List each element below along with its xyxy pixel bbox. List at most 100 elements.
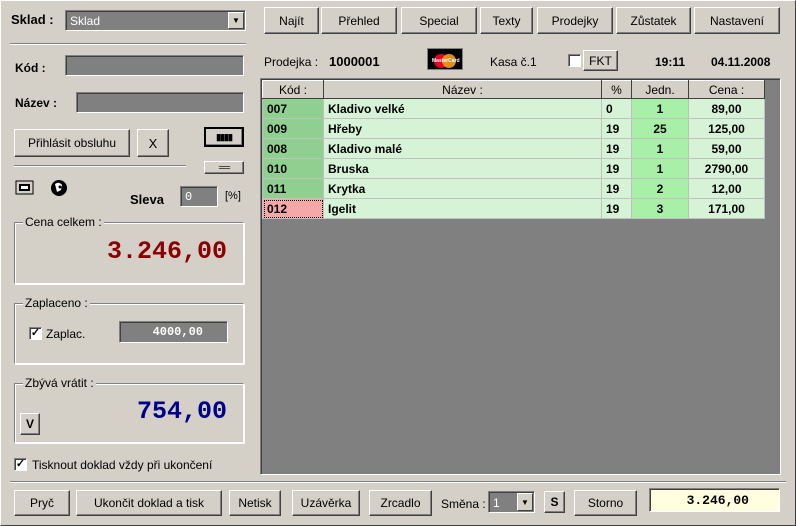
display-icon[interactable]: [15, 180, 35, 196]
cell-nazev[interactable]: Hřeby: [323, 118, 602, 139]
login-button[interactable]: Přihlásit obsluhu: [14, 129, 130, 157]
smena-combo[interactable]: 1 ▼: [488, 491, 535, 513]
prodejka-number: 1000001: [329, 54, 380, 69]
chevron-down-icon[interactable]: ▼: [517, 493, 533, 511]
prodejka-label: Prodejka :: [264, 55, 319, 69]
left-separator-2: [14, 165, 186, 167]
smena-label: Směna :: [441, 497, 486, 511]
sleva-label: Sleva: [130, 192, 164, 207]
cell-kod[interactable]: 007: [262, 98, 324, 119]
cell-jedn[interactable]: 1: [631, 98, 689, 119]
pryc-button[interactable]: Pryč: [14, 490, 70, 516]
column-header-cena[interactable]: Cena :: [688, 80, 765, 99]
cell-cena[interactable]: 125,00: [688, 118, 765, 139]
s-button[interactable]: S: [544, 491, 565, 513]
table-row[interactable]: 009 Hřeby 19 25 125,00: [262, 118, 765, 139]
tisk-checkbox[interactable]: ✓: [14, 458, 27, 471]
vratit-button[interactable]: V: [20, 413, 40, 435]
mastercard-icon: MasterCard: [427, 48, 463, 70]
cena-group: Cena celkem : 3.246,00: [14, 215, 244, 284]
footer-separator: [10, 481, 786, 483]
cell-jedn[interactable]: 3: [631, 198, 689, 219]
cell-pct[interactable]: 19: [601, 138, 632, 159]
zaplac-checkbox[interactable]: ✓: [29, 327, 42, 340]
total-value: 3.246,00: [686, 493, 749, 508]
cell-kod[interactable]: 012: [262, 198, 324, 219]
cell-nazev[interactable]: Igelit: [323, 198, 602, 219]
customer-icon[interactable]: [48, 178, 70, 198]
sklad-combo[interactable]: Sklad ▼: [65, 10, 246, 31]
zrcadlo-button[interactable]: Zrcadlo: [369, 490, 432, 516]
left-separator: [10, 43, 246, 45]
check-icon: ✓: [15, 458, 26, 470]
cell-nazev[interactable]: Kladivo velké: [323, 98, 602, 119]
zaplac-input[interactable]: 4000,00: [119, 321, 228, 343]
table-row-selected[interactable]: 012 Igelit 19 3 171,00: [262, 198, 765, 219]
chevron-down-icon[interactable]: ▼: [228, 12, 244, 29]
uzaverka-button[interactable]: Uzávěrka: [292, 490, 360, 516]
close-icon: X: [148, 135, 158, 151]
nazev-input[interactable]: [76, 92, 244, 113]
cell-cena[interactable]: 59,00: [688, 138, 765, 159]
items-grid[interactable]: Kód : Název : % Jedn. Cena : 007 Kladivo …: [260, 78, 781, 475]
total-display: 3.246,00: [649, 488, 780, 512]
check-icon: ✓: [30, 327, 41, 339]
zaplaceno-group: Zaplaceno : ✓ Zaplac. 4000,00: [14, 296, 244, 364]
tab-prodejky[interactable]: Prodejky: [537, 7, 613, 34]
kasa-label: Kasa č.1: [490, 55, 537, 69]
cell-cena[interactable]: 2790,00: [688, 158, 765, 179]
column-header-jedn[interactable]: Jedn.: [631, 80, 689, 99]
grid-icon: ▮▮▮▮: [216, 131, 233, 142]
cell-cena[interactable]: 171,00: [688, 198, 765, 219]
ukoncit-button[interactable]: Ukončit doklad a tisk: [76, 490, 222, 516]
cell-nazev[interactable]: Bruska: [323, 158, 602, 179]
storno-button[interactable]: Storno: [574, 490, 637, 516]
list-view-button[interactable]: ===: [204, 161, 244, 174]
cell-nazev[interactable]: Kladivo malé: [323, 138, 602, 159]
cell-nazev[interactable]: Krytka: [323, 178, 602, 199]
fkt-button[interactable]: FKT: [583, 50, 618, 71]
list-icon: ===: [218, 163, 230, 172]
tab-texty[interactable]: Texty: [480, 7, 533, 34]
cell-kod[interactable]: 008: [262, 138, 324, 159]
table-row[interactable]: 008 Kladivo malé 19 1 59,00: [262, 138, 765, 159]
cell-pct[interactable]: 19: [601, 118, 632, 139]
column-header-pct[interactable]: %: [601, 80, 632, 99]
close-x-button[interactable]: X: [137, 129, 169, 157]
tisk-label: Tisknout doklad vždy při ukončení: [32, 458, 213, 472]
zaplac-label: Zaplac.: [46, 327, 86, 341]
kod-input[interactable]: [65, 55, 244, 76]
cell-pct[interactable]: 19: [601, 158, 632, 179]
tab-zustatek[interactable]: Zůstatek: [616, 7, 691, 34]
sklad-label: Sklad :: [11, 12, 54, 27]
cell-jedn[interactable]: 1: [631, 138, 689, 159]
cell-pct[interactable]: 0: [601, 98, 632, 119]
cell-jedn[interactable]: 25: [631, 118, 689, 139]
mastercard-text: MasterCard: [432, 58, 460, 64]
grid-view-button[interactable]: ▮▮▮▮: [204, 127, 244, 147]
cell-kod[interactable]: 011: [262, 178, 324, 199]
cell-kod[interactable]: 009: [262, 118, 324, 139]
cell-jedn[interactable]: 2: [631, 178, 689, 199]
tab-nastaveni[interactable]: Nastavení: [694, 7, 780, 34]
cell-jedn[interactable]: 1: [631, 158, 689, 179]
cell-pct[interactable]: 19: [601, 198, 632, 219]
cell-cena[interactable]: 12,00: [688, 178, 765, 199]
items-table: Kód : Název : % Jedn. Cena : 007 Kladivo …: [262, 80, 765, 219]
table-row[interactable]: 011 Krytka 19 2 12,00: [262, 178, 765, 199]
tab-prehled[interactable]: Přehled: [321, 7, 397, 34]
tab-najit[interactable]: Najít: [264, 7, 319, 34]
smena-value: 1: [493, 496, 500, 510]
table-row[interactable]: 010 Bruska 19 1 2790,00: [262, 158, 765, 179]
tab-special[interactable]: Special: [401, 7, 477, 34]
cell-cena[interactable]: 89,00: [688, 98, 765, 119]
table-header: Kód : Název : % Jedn. Cena :: [262, 80, 765, 99]
netisk-button[interactable]: Netisk: [229, 490, 281, 516]
sleva-input[interactable]: 0: [180, 186, 218, 207]
fkt-checkbox[interactable]: [568, 54, 581, 67]
column-header-nazev[interactable]: Název :: [323, 80, 602, 99]
column-header-kod[interactable]: Kód :: [262, 80, 324, 99]
cell-kod[interactable]: 010: [262, 158, 324, 179]
cell-pct[interactable]: 19: [601, 178, 632, 199]
table-row[interactable]: 007 Kladivo velké 0 1 89,00: [262, 98, 765, 119]
